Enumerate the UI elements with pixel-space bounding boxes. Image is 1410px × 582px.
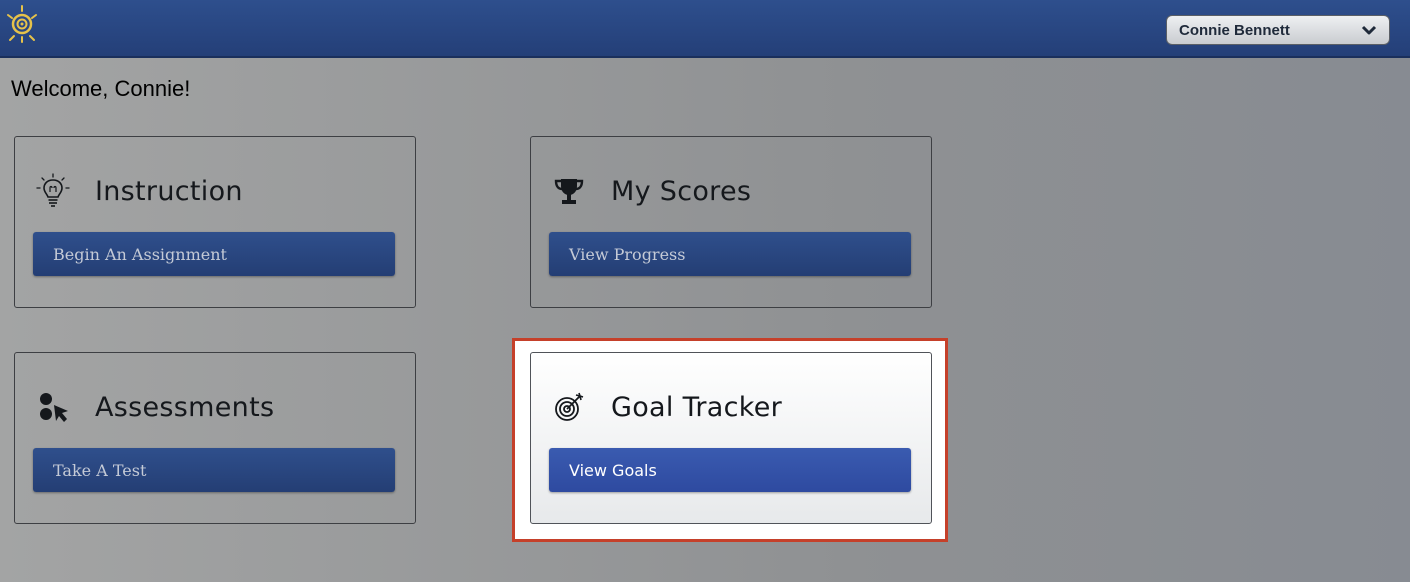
view-progress-button[interactable]: View Progress: [549, 232, 911, 276]
begin-assignment-button[interactable]: Begin An Assignment: [33, 232, 395, 276]
card-title: Goal Tracker: [611, 391, 783, 423]
chevron-down-icon: [1361, 25, 1377, 35]
card-my-scores: My Scores View Progress: [530, 136, 932, 308]
view-goals-button[interactable]: View Goals: [549, 448, 911, 492]
card-title: My Scores: [611, 175, 752, 207]
card-title: Assessments: [95, 391, 275, 423]
top-bar: Connie Bennett: [0, 0, 1410, 58]
trophy-icon: [554, 179, 584, 204]
user-select[interactable]: Connie Bennett: [1166, 15, 1390, 45]
sun-spiral-logo-icon[interactable]: [2, 2, 46, 48]
card-goal-tracker: Goal Tracker View Goals: [530, 352, 932, 524]
card-instruction: Instruction Begin An Assignment: [14, 136, 416, 308]
lightbulb-icon: [36, 173, 70, 207]
user-select-value: Connie Bennett: [1179, 21, 1290, 39]
card-assessments: Assessments Take A Test: [14, 352, 416, 524]
take-test-button[interactable]: Take A Test: [33, 448, 395, 492]
welcome-message: Welcome, Connie!: [11, 76, 191, 101]
target-icon: [555, 392, 584, 421]
card-title: Instruction: [95, 175, 243, 207]
assessment-cursor-icon: [40, 393, 68, 422]
